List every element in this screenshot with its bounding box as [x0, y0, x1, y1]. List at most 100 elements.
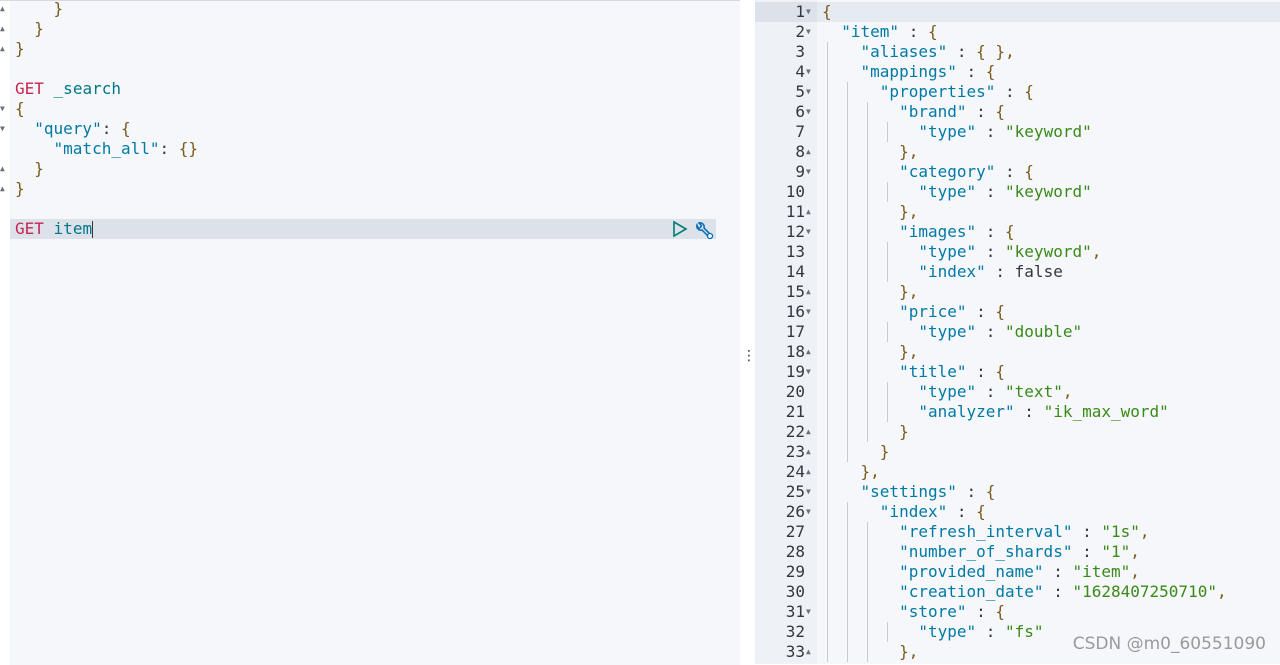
json-string: "1s" [1101, 522, 1140, 541]
fold-down-icon[interactable]: ▼ [806, 2, 811, 22]
code-line: { [15, 99, 25, 119]
code-token: { [120, 119, 131, 138]
line-number: 31 [785, 602, 805, 621]
code-token: } [34, 19, 44, 38]
line-number: 2 [795, 22, 805, 41]
line-number: 13 [785, 242, 805, 261]
request-path: _search [53, 79, 121, 98]
panel-divider[interactable] [740, 0, 754, 664]
fold-up-icon[interactable]: ▲ [806, 642, 811, 662]
fold-up-icon[interactable]: ▲ [806, 342, 811, 362]
code-line: "type" : "keyword", [822, 242, 1101, 262]
fold-down-icon[interactable]: ▼ [806, 302, 811, 322]
code-token: } [15, 39, 25, 58]
code-line: "analyzer" : "ik_max_word" [822, 402, 1169, 422]
code-token: : [966, 602, 986, 621]
fold-down-icon[interactable]: ▼ [806, 22, 811, 42]
code-line: } [15, 19, 44, 39]
code-token: : [966, 102, 986, 121]
fold-up-icon[interactable]: ▲ [806, 142, 811, 162]
code-token: } [15, 179, 25, 198]
line-number: 29 [785, 562, 805, 581]
http-method: GET [15, 219, 44, 238]
request-editor[interactable]: } ▲ } ▲} ▲ GET _search{▼ "query": {▼ "match_… [0, 0, 740, 665]
fold-down-icon[interactable]: ▼ [806, 222, 811, 242]
line-number: 27 [785, 522, 805, 541]
code-line: "properties" : { [822, 82, 1034, 102]
code-token: , [1216, 582, 1227, 601]
line-number: 11 [785, 202, 805, 221]
code-token: : [1014, 402, 1034, 421]
code-token: } [899, 422, 909, 441]
fold-down-icon[interactable]: ▼ [806, 82, 811, 102]
fold-up-icon[interactable]: ▲ [0, 0, 5, 19]
fold-up-icon[interactable]: ▲ [806, 202, 811, 222]
code-token: , [1091, 242, 1102, 261]
fold-down-icon[interactable]: ▼ [806, 502, 811, 522]
code-line: GET item [15, 219, 94, 239]
fold-down-icon[interactable]: ▼ [806, 62, 811, 82]
fold-up-icon[interactable]: ▲ [806, 422, 811, 442]
fold-up-icon[interactable]: ▲ [806, 462, 811, 482]
code-token: { [976, 502, 986, 521]
wrench-icon[interactable] [694, 220, 714, 244]
code-line: } [15, 159, 44, 179]
line-number: 7 [795, 122, 805, 141]
fold-up-icon[interactable]: ▲ [0, 179, 5, 199]
fold-up-icon[interactable]: ▲ [0, 19, 5, 39]
line-number: 16 [785, 302, 805, 321]
code-line: "settings" : { [822, 482, 996, 502]
line-number: 1 [795, 2, 805, 21]
code-token: { [985, 62, 996, 81]
vertical-ellipsis-icon[interactable]: ⋮ [742, 348, 756, 364]
code-token: : [956, 62, 977, 81]
fold-up-icon[interactable]: ▲ [0, 159, 5, 179]
response-viewer: 1 ▼{2 ▼ "item" : {3 "aliases" : { }, 4 ▼ "ma… [755, 0, 1280, 664]
json-key: "type" [918, 122, 977, 141]
fold-up-icon[interactable]: ▲ [806, 442, 811, 462]
fold-down-icon[interactable]: ▼ [806, 102, 811, 122]
json-string: "fs" [1005, 622, 1044, 641]
line-number: 18 [785, 342, 805, 361]
code-token: { [1024, 162, 1034, 181]
code-token: : [976, 182, 996, 201]
fold-down-icon[interactable]: ▼ [806, 362, 811, 382]
code-line: "title" : { [822, 362, 1005, 382]
fold-up-icon[interactable]: ▲ [0, 39, 5, 59]
line-number: 5 [795, 82, 805, 101]
code-token: { [976, 42, 986, 61]
code-line: "item" : { [822, 22, 937, 42]
code-line: "match_all": {} [15, 139, 199, 159]
fold-down-icon[interactable]: ▼ [806, 162, 811, 182]
code-token: , [908, 342, 919, 361]
code-token: : [976, 242, 996, 261]
fold-down-icon[interactable]: ▼ [806, 602, 811, 622]
fold-up-icon[interactable]: ▲ [806, 282, 811, 302]
json-string: "ik_max_word" [1043, 402, 1169, 421]
line-number: 4 [795, 62, 805, 81]
play-icon[interactable] [672, 220, 688, 244]
code-token: : [1072, 542, 1092, 561]
json-key: "category" [899, 162, 996, 181]
json-string: "keyword" [1005, 182, 1092, 201]
fold-down-icon[interactable]: ▼ [0, 119, 5, 139]
fold-down-icon[interactable]: ▼ [806, 482, 811, 502]
code-line: "mappings" : { [822, 62, 996, 82]
fold-down-icon[interactable]: ▼ [0, 99, 5, 119]
